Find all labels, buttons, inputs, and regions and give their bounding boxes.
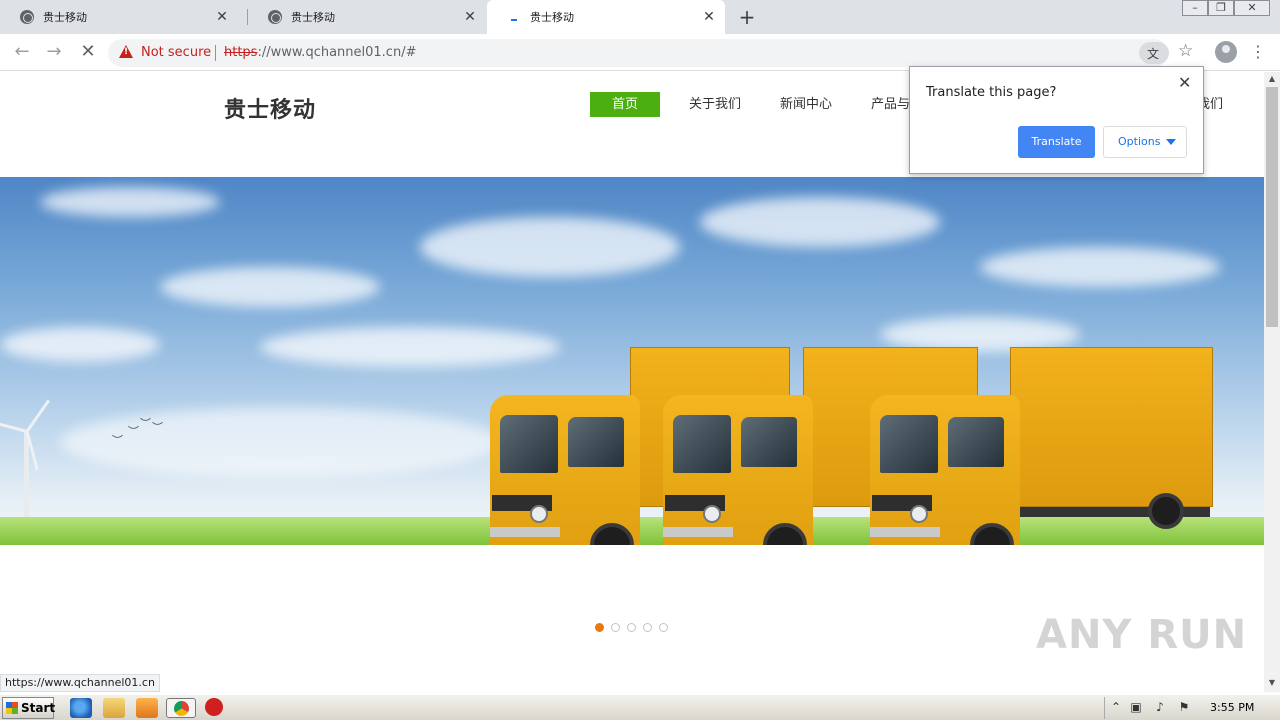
tab-3-active[interactable]: 贵士移动 ✕ xyxy=(487,0,725,34)
carousel-dot-5[interactable] xyxy=(659,623,668,632)
hero-banner[interactable]: ︶ ︶ ︶ ︶ xyxy=(0,177,1264,545)
translate-icon[interactable] xyxy=(1139,42,1169,64)
address-bar[interactable]: Not secure https://www.qchannel01.cn/# ☆ xyxy=(108,39,1193,67)
turbine-blade xyxy=(0,421,28,433)
bird-icon: ︶ xyxy=(140,417,151,430)
cloud xyxy=(40,187,220,217)
flag-icon[interactable]: ⚑ xyxy=(1177,700,1191,714)
network-icon[interactable]: ▣ xyxy=(1129,700,1143,714)
bird-icon: ︶ xyxy=(128,425,139,438)
kebab-menu-icon[interactable]: ⋮ xyxy=(1250,41,1266,63)
carousel-dot-3[interactable] xyxy=(627,623,636,632)
bird-icon: ︶ xyxy=(112,434,123,447)
volume-icon[interactable]: ♪ xyxy=(1153,700,1167,714)
tab-title: 贵士移动 xyxy=(43,11,87,24)
back-arrow-icon[interactable]: ← xyxy=(10,40,34,64)
restore-icon[interactable]: ❐ xyxy=(1208,0,1234,16)
tab-close-icon[interactable]: ✕ xyxy=(462,9,478,25)
carousel-dot-1[interactable] xyxy=(595,623,604,632)
popup-close-icon[interactable]: ✕ xyxy=(1178,73,1191,92)
turbine-blade xyxy=(25,399,51,433)
start-button[interactable]: Start xyxy=(2,697,55,719)
globe-icon xyxy=(268,10,282,24)
translate-popup: Translate this page? ✕ Translate Options xyxy=(909,66,1204,174)
loading-icon xyxy=(507,10,521,24)
tab-close-icon[interactable]: ✕ xyxy=(701,9,717,25)
media-player-icon[interactable] xyxy=(136,698,158,718)
site-logo[interactable]: 贵士移动 xyxy=(224,92,316,124)
profile-avatar-icon[interactable] xyxy=(1215,41,1237,63)
ie-icon[interactable] xyxy=(70,698,92,718)
forward-arrow-icon[interactable]: → xyxy=(42,40,66,64)
cloud xyxy=(160,267,380,307)
omnibox-divider xyxy=(215,45,216,61)
translate-button[interactable]: Translate xyxy=(1018,126,1095,158)
url-scheme: https xyxy=(224,45,258,60)
chrome-icon xyxy=(174,701,189,716)
yellow-truck xyxy=(870,345,1215,545)
carousel-dot-4[interactable] xyxy=(643,623,652,632)
taskbar-clock[interactable]: 3:55 PM xyxy=(1210,701,1254,714)
options-dropdown-button[interactable]: Options xyxy=(1103,126,1187,158)
chrome-taskbar-button[interactable] xyxy=(166,698,196,718)
scroll-up-icon[interactable]: ▲ xyxy=(1264,72,1280,86)
globe-icon xyxy=(20,10,34,24)
carousel-dot-2[interactable] xyxy=(611,623,620,632)
tab-close-icon[interactable]: ✕ xyxy=(214,9,230,25)
tab-strip: 贵士移动 ✕ 贵士移动 ✕ 贵士移动 ✕ + – ❐ ✕ xyxy=(0,0,1280,34)
anyrun-watermark: ANY RUN xyxy=(1036,612,1248,658)
url-host-path: ://www.qchannel01.cn/# xyxy=(257,45,417,60)
tab-title: 贵士移动 xyxy=(530,11,574,24)
nav-about[interactable]: 关于我们 xyxy=(689,92,741,117)
window-close-icon[interactable]: ✕ xyxy=(1234,0,1270,16)
opera-icon[interactable] xyxy=(205,698,223,716)
scroll-thumb[interactable] xyxy=(1266,87,1278,327)
scroll-down-icon[interactable]: ▼ xyxy=(1264,676,1280,690)
cloud xyxy=(0,327,160,362)
caret-down-icon xyxy=(1166,139,1176,145)
minimize-icon[interactable]: – xyxy=(1182,0,1208,16)
new-tab-plus-icon[interactable]: + xyxy=(736,6,758,28)
nav-products[interactable]: 产品与 xyxy=(871,92,910,117)
tab-1[interactable]: 贵士移动 ✕ xyxy=(0,0,238,34)
tray-chevron-icon[interactable]: ⌃ xyxy=(1109,700,1123,714)
bookmark-star-icon[interactable]: ☆ xyxy=(1178,41,1193,61)
nav-news[interactable]: 新闻中心 xyxy=(780,92,832,117)
options-label: Options xyxy=(1118,135,1161,148)
link-status-bar: https://www.qchannel01.cn xyxy=(0,674,160,692)
cloud xyxy=(60,407,500,477)
page-scrollbar[interactable]: ▲ ▼ xyxy=(1264,72,1280,692)
stop-loading-icon[interactable]: ✕ xyxy=(76,40,100,64)
warning-icon[interactable] xyxy=(119,45,133,58)
tab-title: 贵士移动 xyxy=(291,11,335,24)
tab-2[interactable]: 贵士移动 ✕ xyxy=(248,0,486,34)
cloud xyxy=(980,247,1220,287)
cloud xyxy=(700,197,940,247)
folder-icon[interactable] xyxy=(103,698,125,718)
system-tray: ⌃ ▣ ♪ ⚑ 3:55 PM xyxy=(1104,697,1278,719)
nav-home[interactable]: 首页 xyxy=(590,92,660,117)
url-text[interactable]: https://www.qchannel01.cn/# xyxy=(224,45,416,60)
windows-taskbar: Start ⌃ ▣ ♪ ⚑ 3:55 PM xyxy=(0,694,1280,720)
not-secure-label[interactable]: Not secure xyxy=(141,45,211,60)
bird-icon: ︶ xyxy=(152,421,163,434)
translate-popup-title: Translate this page? xyxy=(926,85,1057,100)
cloud xyxy=(420,217,680,277)
